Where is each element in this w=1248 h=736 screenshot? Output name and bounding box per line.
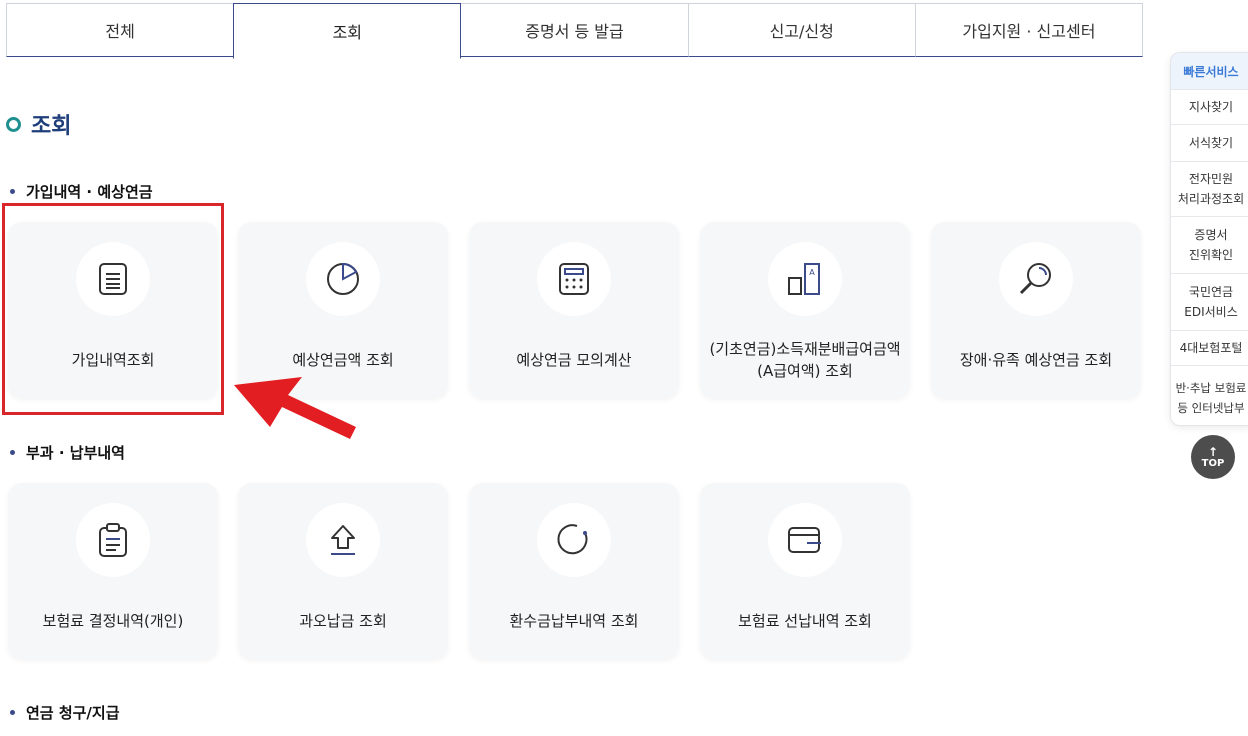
card-label: 장애·유족 예상연금 조회 (959, 351, 1113, 369)
card-expected-pension[interactable]: 예상연금액 조회 (238, 222, 448, 398)
section-heading-enrollment: 가입내역 · 예상연금 (10, 181, 153, 202)
arrow-up-icon: ↑ (1207, 444, 1219, 459)
bar-compare-icon: A (768, 242, 842, 316)
bullet-icon (10, 710, 15, 715)
quick-item-edi-service[interactable]: 국민연금 EDI서비스 (1171, 273, 1248, 330)
quick-item-branch-finder[interactable]: 지사찾기 (1171, 89, 1248, 124)
card-label: 과오납금 조회 (299, 612, 387, 630)
section-title: 부과 · 납부내역 (26, 444, 125, 462)
bullet-icon (10, 450, 15, 455)
section-title: 가입내역 · 예상연금 (26, 183, 153, 201)
quick-service-panel: 빠른서비스 지사찾기 서식찾기 전자민원 처리과정조회 증명서 진위확인 국민연… (1170, 52, 1248, 426)
page-title-text: 조회 (31, 114, 72, 139)
magnifier-icon (999, 242, 1073, 316)
clipboard-icon (76, 503, 150, 577)
top-label: TOP (1201, 457, 1225, 469)
card-prepayment-history[interactable]: 보험료 선납내역 조회 (700, 483, 910, 659)
card-refund-payment-history[interactable]: 환수금납부내역 조회 (469, 483, 679, 659)
card-label: 환수금납부내역 조회 (509, 612, 639, 630)
tab-certificates[interactable]: 증명서 등 발급 (460, 3, 689, 57)
quick-item-internet-payment[interactable]: 반·추납 보험료 등 인터넷납부 (1171, 365, 1248, 425)
highlight-box (2, 203, 224, 415)
card-redistribution-benefit[interactable]: A (기초연금)소득재분배급여금액(A급여액) 조회 (700, 222, 910, 398)
quick-service-title[interactable]: 빠른서비스 (1171, 53, 1248, 89)
wallet-icon (768, 503, 842, 577)
card-pension-simulation[interactable]: 예상연금 모의계산 (469, 222, 679, 398)
tab-join-support[interactable]: 가입지원 · 신고센터 (914, 3, 1144, 57)
quick-item-social-insurance-portal[interactable]: 4대보험포털 (1171, 330, 1248, 365)
svg-text:A: A (809, 268, 815, 277)
section-heading-billing: 부과 · 납부내역 (10, 442, 125, 463)
tab-all[interactable]: 전체 (6, 3, 235, 57)
quick-item-form-finder[interactable]: 서식찾기 (1171, 124, 1248, 161)
section-heading-pension-claim: 연금 청구/지급 (10, 702, 120, 723)
quick-item-certificate-verify[interactable]: 증명서 진위확인 (1171, 216, 1248, 273)
card-label: 보험료 결정내역(개인) (42, 612, 184, 630)
bullet-icon (10, 189, 15, 194)
tab-report-apply[interactable]: 신고/신청 (687, 3, 916, 57)
quick-item-civil-petition[interactable]: 전자민원 처리과정조회 (1171, 161, 1248, 216)
top-tab-bar: 전체 조회 증명서 등 발급 신고/신청 가입지원 · 신고센터 (6, 3, 1144, 59)
card-disability-survivor-pension[interactable]: 장애·유족 예상연금 조회 (931, 222, 1141, 398)
pie-chart-icon (306, 242, 380, 316)
red-arrow-icon (234, 377, 356, 439)
tab-inquiry[interactable]: 조회 (233, 3, 462, 59)
upload-arrow-icon (306, 503, 380, 577)
scroll-top-button[interactable]: ↑ TOP (1191, 435, 1235, 479)
refresh-circle-icon (537, 503, 611, 577)
card-label: 예상연금 모의계산 (516, 351, 632, 369)
card-overpayment[interactable]: 과오납금 조회 (238, 483, 448, 659)
calculator-icon (537, 242, 611, 316)
card-label: (기초연금)소득재분배급여금액(A급여액) 조회 (709, 340, 901, 380)
section-title: 연금 청구/지급 (26, 704, 120, 722)
card-premium-decision[interactable]: 보험료 결정내역(개인) (8, 483, 218, 659)
card-label: 보험료 선납내역 조회 (738, 612, 872, 630)
page-title: 조회 (6, 108, 71, 140)
title-bullet-icon (6, 116, 21, 132)
